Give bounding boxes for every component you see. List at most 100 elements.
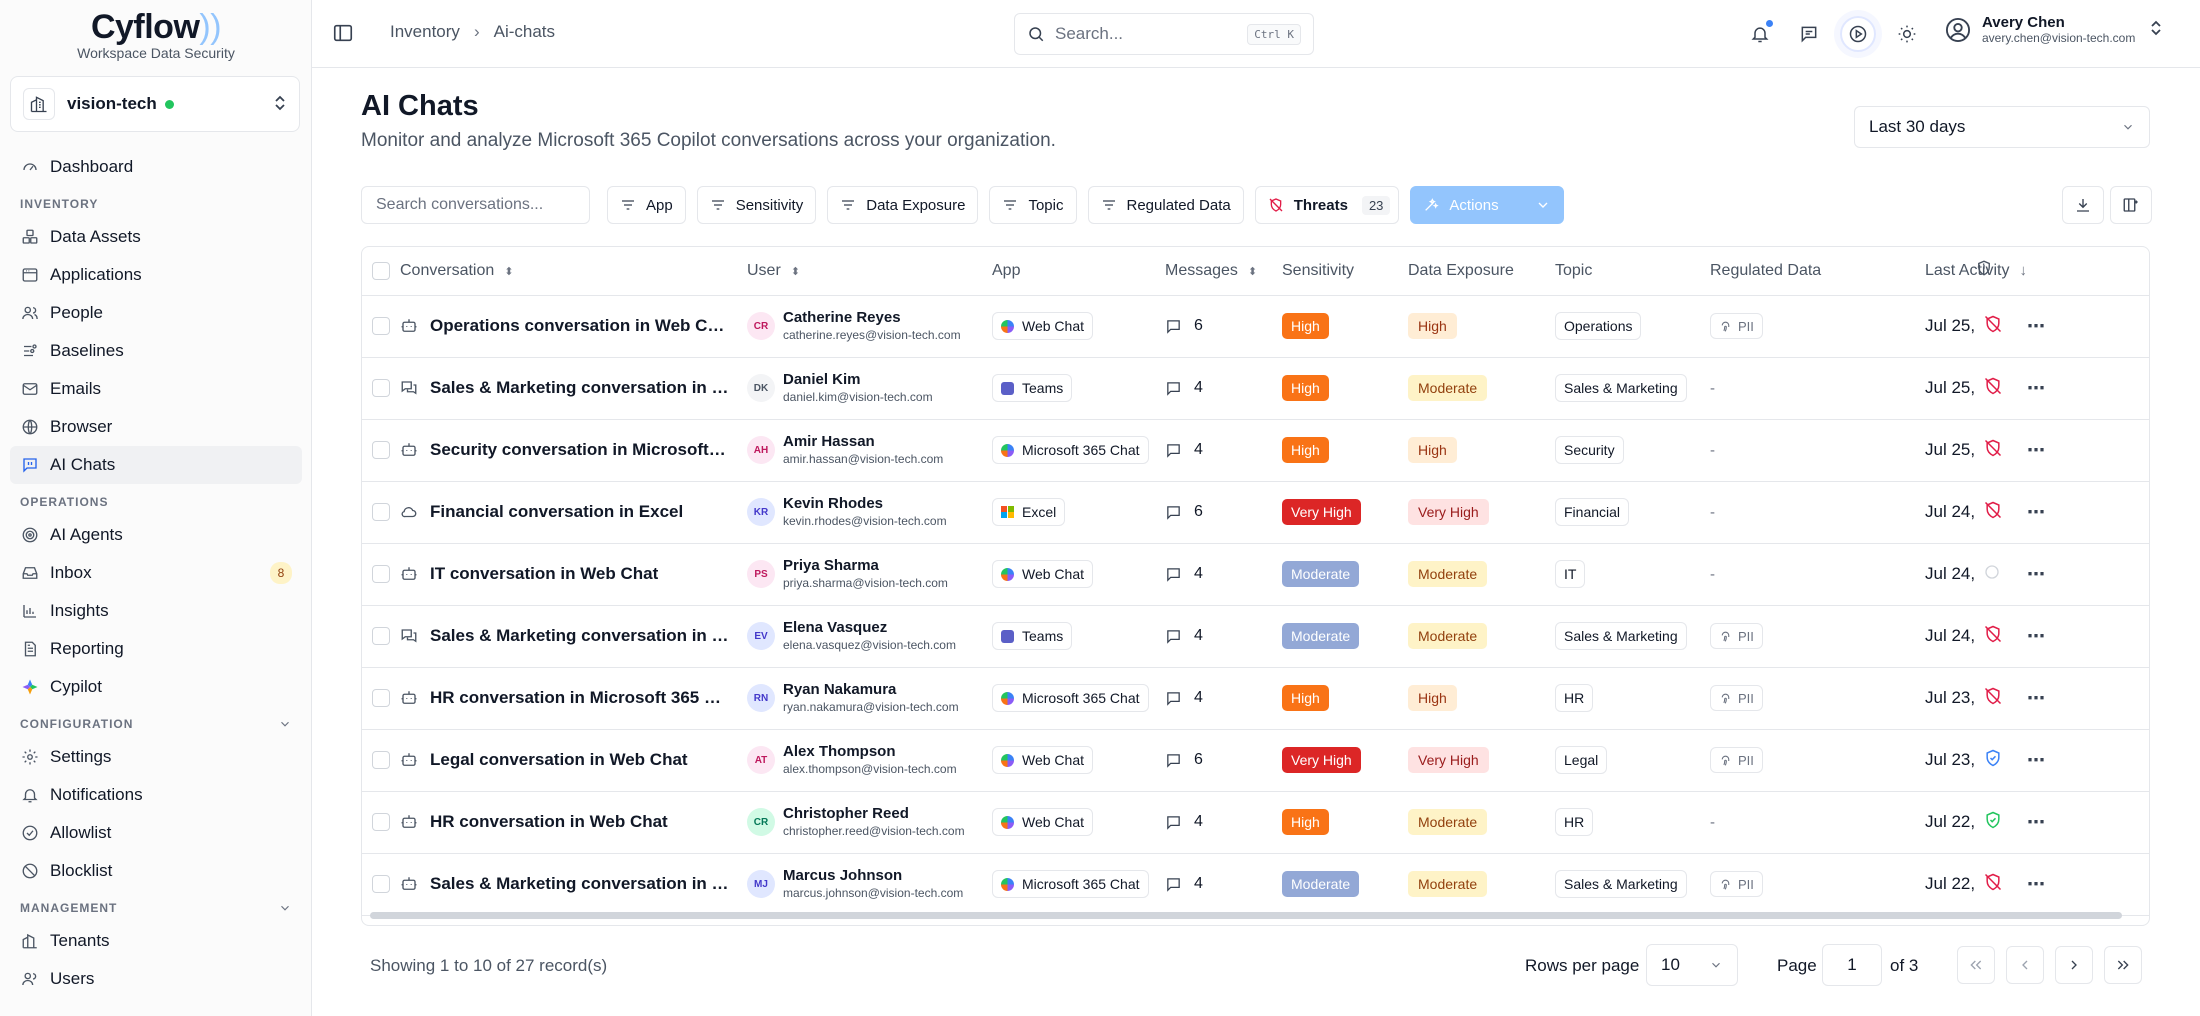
more-actions-icon[interactable]: ⋯ [2027,502,2046,522]
row-checkbox[interactable] [372,565,390,583]
row-checkbox[interactable] [372,813,390,831]
filter-data-exposure-button[interactable]: Data Exposure [827,186,979,224]
table-row[interactable]: HR conversation in Microsoft 365 Chat RN… [362,667,2149,729]
sidebar-item-data-assets[interactable]: Data Assets [10,218,302,256]
sidebar-item-browser[interactable]: Browser [10,408,302,446]
first-page-button[interactable] [1957,946,1995,984]
more-actions-icon[interactable]: ⋯ [2027,378,2046,398]
sidebar-item-ai-chats[interactable]: AI Chats [10,446,302,484]
sidebar-item-allowlist[interactable]: Allowlist [10,814,302,852]
sidebar-toggle-icon[interactable] [332,22,354,44]
table-row[interactable]: Sales & Marketing conversation in Te... … [362,357,2149,419]
table-row[interactable]: Sales & Marketing conversation in Mi... … [362,853,2149,915]
conversation-cell[interactable]: IT conversation in Web Chat [400,564,747,584]
sidebar-item-settings[interactable]: Settings [10,738,302,776]
table-row[interactable]: Financial conversation in Excel KR Kevin… [362,481,2149,543]
select-all-checkbox[interactable] [372,261,390,280]
table-row[interactable]: Security conversation in Microsoft 36...… [362,419,2149,481]
table-row[interactable]: HR conversation in Web Chat CR Christoph… [362,791,2149,853]
conversation-cell[interactable]: HR conversation in Microsoft 365 Chat [400,688,747,708]
play-circle-icon[interactable] [1840,16,1876,52]
more-actions-icon[interactable]: ⋯ [2027,626,2046,646]
sidebar-item-insights[interactable]: Insights [10,592,302,630]
sidebar-item-blocklist[interactable]: Blocklist [10,852,302,890]
tenant-switcher[interactable]: vision-tech [10,76,300,132]
sidebar-item-cypilot[interactable]: Cypilot [10,668,302,706]
table-row[interactable]: Legal conversation in Web Chat AT Alex T… [362,729,2149,791]
sidebar-item-people[interactable]: People [10,294,302,332]
filter-app-button[interactable]: App [607,186,686,224]
brand-logo[interactable]: Cyflow)) Workspace Data Security [0,8,312,61]
conversation-cell[interactable]: Sales & Marketing conversation in Mi... [400,874,747,894]
shield-check-icon[interactable] [1983,748,2003,768]
conversation-cell[interactable]: Sales & Marketing conversation in Te... [400,626,747,646]
sidebar-item-notifications[interactable]: Notifications [10,776,302,814]
row-checkbox[interactable] [372,379,390,397]
sidebar-item-tenants[interactable]: Tenants [10,922,302,960]
column-messages[interactable]: Messages ⬍ [1165,247,1282,296]
row-checkbox[interactable] [372,627,390,645]
more-actions-icon[interactable]: ⋯ [2027,440,2046,460]
sidebar-item-dashboard[interactable]: Dashboard [10,148,302,186]
shield-off-icon[interactable] [1983,500,2003,520]
download-button[interactable] [2062,186,2104,224]
next-page-button[interactable] [2055,946,2093,984]
more-actions-icon[interactable]: ⋯ [2027,564,2046,584]
row-checkbox[interactable] [372,317,390,335]
global-search[interactable]: Search... Ctrl K [1014,13,1314,55]
column-settings-button[interactable] [2110,186,2152,224]
sidebar-item-emails[interactable]: Emails [10,370,302,408]
row-checkbox[interactable] [372,875,390,893]
shield-off-icon[interactable] [1983,438,2003,458]
conversation-cell[interactable]: Security conversation in Microsoft 36... [400,440,747,460]
shield-off-icon[interactable] [1983,314,2003,334]
row-checkbox[interactable] [372,689,390,707]
table-row[interactable]: IT conversation in Web Chat PS Priya Sha… [362,543,2149,605]
sidebar-item-reporting[interactable]: Reporting [10,630,302,668]
conversation-cell[interactable]: HR conversation in Web Chat [400,812,747,832]
sidebar-item-inbox[interactable]: Inbox 8 [10,554,302,592]
row-checkbox[interactable] [372,751,390,769]
more-actions-icon[interactable]: ⋯ [2027,812,2046,832]
sidebar-item-applications[interactable]: Applications [10,256,302,294]
more-actions-icon[interactable]: ⋯ [2027,316,2046,336]
breadcrumb-inventory[interactable]: Inventory [390,22,460,42]
table-row[interactable]: Sales & Marketing conversation in Te... … [362,605,2149,667]
filter-regulated-data-button[interactable]: Regulated Data [1087,186,1244,224]
user-menu[interactable]: Avery Chen avery.chen@vision-tech.com [1944,14,2163,45]
actions-button[interactable]: Actions [1410,186,1565,224]
shield-off-icon[interactable] [1983,624,2003,644]
row-checkbox[interactable] [372,503,390,521]
horizontal-scrollbar[interactable] [370,912,2122,919]
column-conversation[interactable]: Conversation ⬍ [400,247,747,296]
last-page-button[interactable] [2104,946,2142,984]
nav-section-configuration[interactable]: CONFIGURATION [10,710,302,738]
sidebar-item-users[interactable]: Users [10,960,302,998]
rows-per-page-select[interactable]: 10 [1646,944,1738,986]
shield-off-icon[interactable] [1983,376,2003,396]
bell-icon[interactable] [1742,16,1778,52]
conversation-cell[interactable]: Sales & Marketing conversation in Te... [400,378,747,398]
message-square-icon[interactable] [1791,16,1827,52]
more-actions-icon[interactable]: ⋯ [2027,750,2046,770]
shield-check-icon[interactable] [1983,810,2003,830]
conversation-search-input[interactable]: Search conversations... [361,186,590,224]
column-user[interactable]: User ⬍ [747,247,992,296]
conversation-cell[interactable]: Operations conversation in Web Chat [400,316,747,336]
date-range-select[interactable]: Last 30 days [1854,106,2150,148]
more-actions-icon[interactable]: ⋯ [2027,688,2046,708]
more-actions-icon[interactable]: ⋯ [2027,874,2046,894]
table-row[interactable]: Operations conversation in Web Chat CR C… [362,295,2149,357]
shield-off-icon[interactable] [1983,872,2003,892]
conversation-cell[interactable]: Financial conversation in Excel [400,502,747,522]
sun-icon[interactable] [1889,16,1925,52]
filter-sensitivity-button[interactable]: Sensitivity [696,186,817,224]
sidebar-item-ai-agents[interactable]: AI Agents [10,516,302,554]
column-last-activity[interactable]: Last Activity ↓ [1925,247,2027,296]
previous-page-button[interactable] [2006,946,2044,984]
shield-off-icon[interactable] [1983,686,2003,706]
nav-section-management[interactable]: MANAGEMENT [10,894,302,922]
filter-topic-button[interactable]: Topic [989,186,1077,224]
row-checkbox[interactable] [372,441,390,459]
conversation-cell[interactable]: Legal conversation in Web Chat [400,750,747,770]
